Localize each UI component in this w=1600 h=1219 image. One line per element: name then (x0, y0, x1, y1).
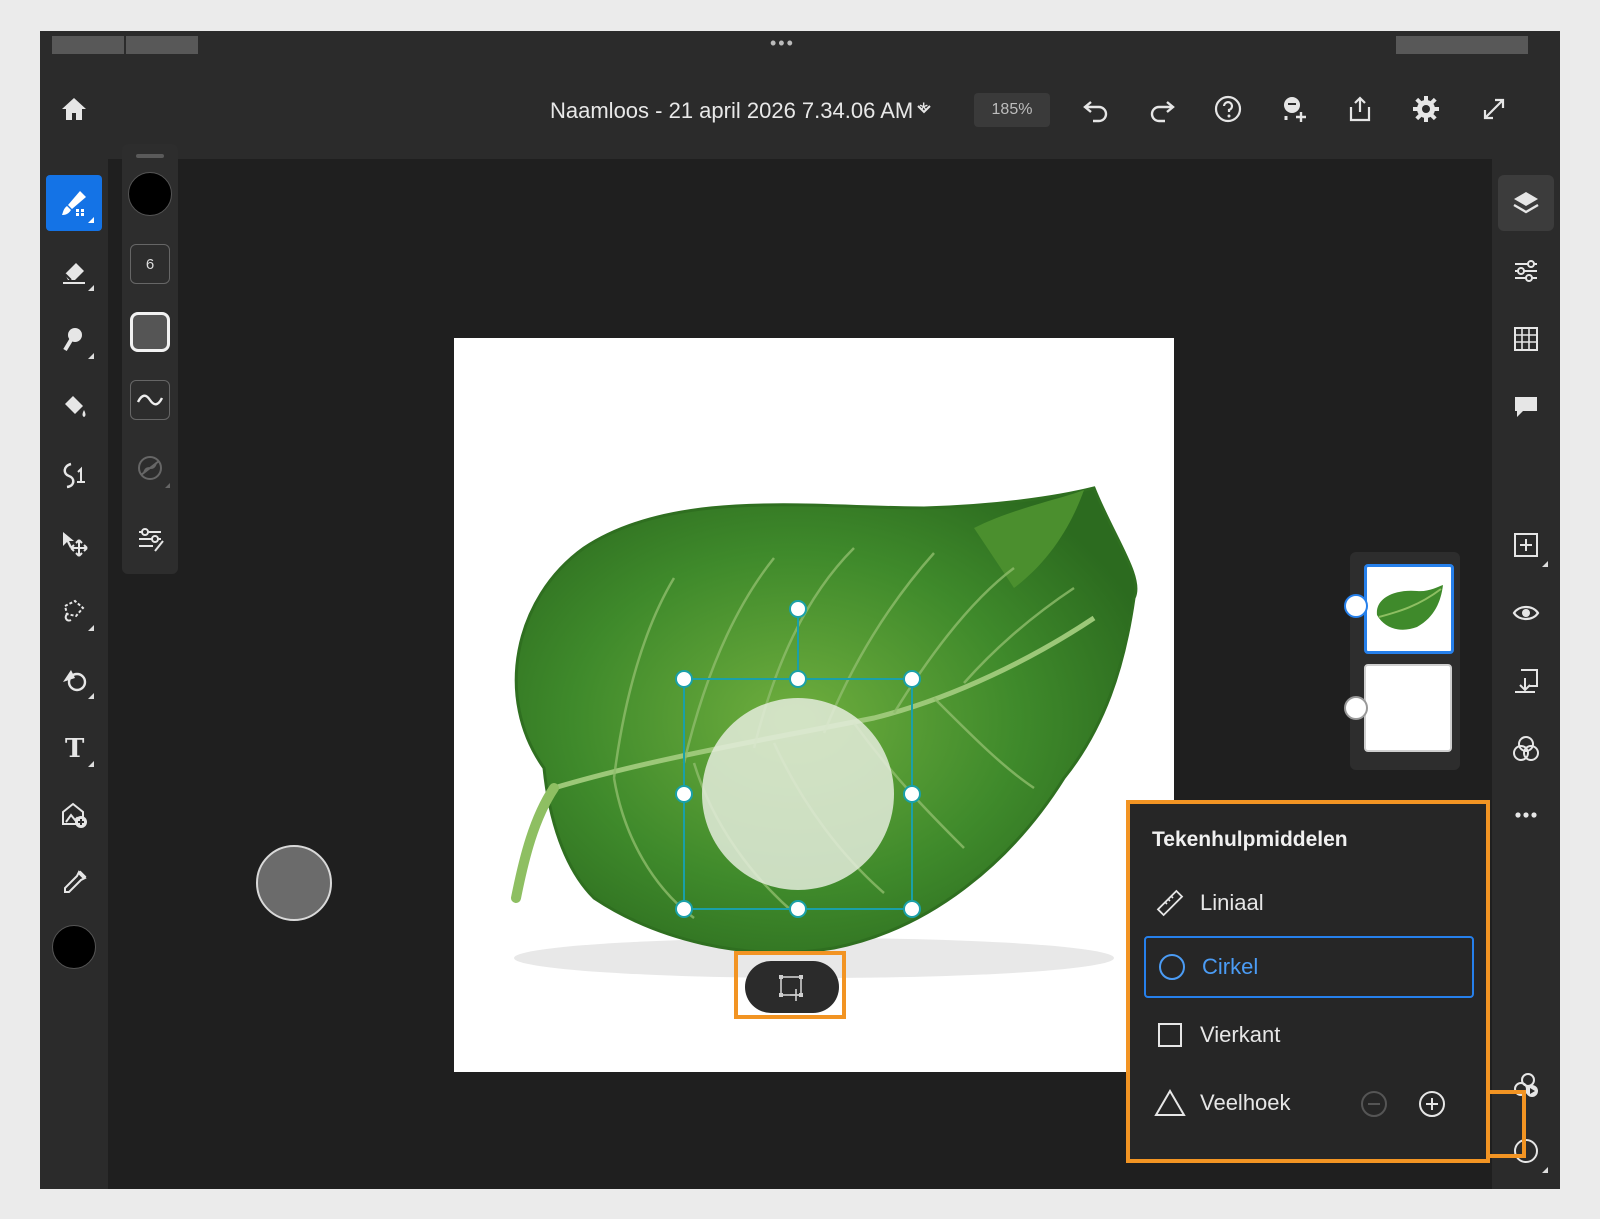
drawing-aid-polygon[interactable]: Veelhoek (1144, 1072, 1474, 1134)
document-title[interactable]: Naamloos - 21 april 2026 7.34.06 AM * (550, 98, 928, 124)
layer-type-icon-selected (1344, 594, 1368, 618)
redo-icon[interactable] (1140, 87, 1184, 131)
polygon-label: Veelhoek (1200, 1090, 1291, 1115)
ruler-label: Liniaal (1200, 890, 1264, 915)
add-layer-icon[interactable] (1498, 517, 1554, 573)
fullscreen-icon[interactable] (1472, 87, 1516, 131)
place-image-tool[interactable] (46, 787, 102, 843)
drawing-aid-circle[interactable]: Cirkel (1144, 936, 1474, 998)
square-label: Vierkant (1200, 1022, 1281, 1047)
circle-label: Cirkel (1202, 954, 1259, 979)
adjustments-sliders-icon[interactable] (1498, 243, 1554, 299)
smudge-tool[interactable] (46, 311, 102, 367)
square-icon (1152, 1017, 1188, 1053)
brush-size-preview (256, 845, 332, 921)
status-left-blur (52, 36, 124, 54)
decrease-sides-icon[interactable] (1360, 1090, 1388, 1123)
move-tool[interactable] (46, 515, 102, 571)
right-toolbar (1492, 159, 1560, 1189)
comment-icon[interactable] (1498, 379, 1554, 435)
share-icon[interactable] (1338, 87, 1382, 131)
blend-mode-icon[interactable] (1498, 721, 1554, 777)
status-bar: ••• (40, 31, 1560, 61)
triangle-icon (1152, 1085, 1188, 1121)
home-icon[interactable] (52, 87, 96, 131)
left-toolbar: T (40, 159, 108, 1189)
liquify-tool[interactable] (46, 447, 102, 503)
help-icon[interactable] (1206, 87, 1250, 131)
brush-stroke-icon[interactable] (128, 378, 172, 422)
brush-color-swatch[interactable] (128, 172, 172, 216)
drawing-aid-square[interactable]: Vierkant (1144, 1004, 1474, 1066)
svg-text:T: T (65, 734, 85, 762)
brush-size-value: 6 (130, 244, 170, 284)
foreground-color-swatch[interactable] (46, 919, 102, 975)
zoom-level[interactable]: 185% (974, 93, 1050, 127)
ruler-icon (1152, 885, 1188, 921)
pressure-icon[interactable] (128, 446, 172, 490)
increase-sides-icon[interactable] (1418, 1090, 1446, 1123)
undo-icon[interactable] (1074, 87, 1118, 131)
drawing-aid-ruler[interactable]: Liniaal (1144, 872, 1474, 934)
drawing-aids-title: Tekenhulpmiddelen (1152, 828, 1348, 851)
chevron-down-icon[interactable] (902, 87, 946, 131)
layer-thumbnail-leaf[interactable] (1364, 564, 1454, 654)
status-left-blur-2 (126, 36, 198, 54)
layer-type-icon (1344, 696, 1368, 720)
brush-settings-panel: 6 (122, 144, 178, 574)
grid-icon[interactable] (1498, 311, 1554, 367)
brush-size-field[interactable]: 6 (128, 242, 172, 286)
settings-gear-icon[interactable] (1404, 87, 1448, 131)
panel-drag-handle[interactable] (136, 154, 164, 158)
drawing-aids-popover: Tekenhulpmiddelen Liniaal Cirkel Vierkan… (1126, 800, 1490, 1163)
brush-tool[interactable] (46, 175, 102, 231)
fill-tool[interactable] (46, 379, 102, 435)
layers-thumbnail-panel (1344, 552, 1460, 770)
visibility-eye-icon[interactable] (1498, 585, 1554, 641)
merge-down-icon[interactable] (1498, 653, 1554, 709)
more-options-icon[interactable] (1498, 787, 1554, 843)
eyedropper-tool[interactable] (46, 855, 102, 911)
brush-settings-sliders-icon[interactable] (128, 516, 172, 560)
invite-icon[interactable] (1272, 87, 1316, 131)
layer-thumbnail-background[interactable] (1364, 664, 1452, 752)
multitask-dots-icon[interactable]: ••• (770, 33, 795, 54)
status-right-blur (1396, 36, 1528, 54)
circle-icon (1154, 949, 1190, 985)
transform-button-highlight (734, 951, 846, 1019)
top-toolbar: Naamloos - 21 april 2026 7.34.06 AM * 18… (40, 61, 1560, 159)
eraser-tool[interactable] (46, 243, 102, 299)
lasso-select-tool[interactable] (46, 583, 102, 639)
shape-tool[interactable] (46, 651, 102, 707)
text-tool[interactable]: T (46, 719, 102, 775)
app-window: ••• Naamloos - 21 april 2026 7.34.06 AM … (40, 31, 1560, 1189)
brush-hardness-swatch[interactable] (128, 310, 172, 354)
layers-icon[interactable] (1498, 175, 1554, 231)
